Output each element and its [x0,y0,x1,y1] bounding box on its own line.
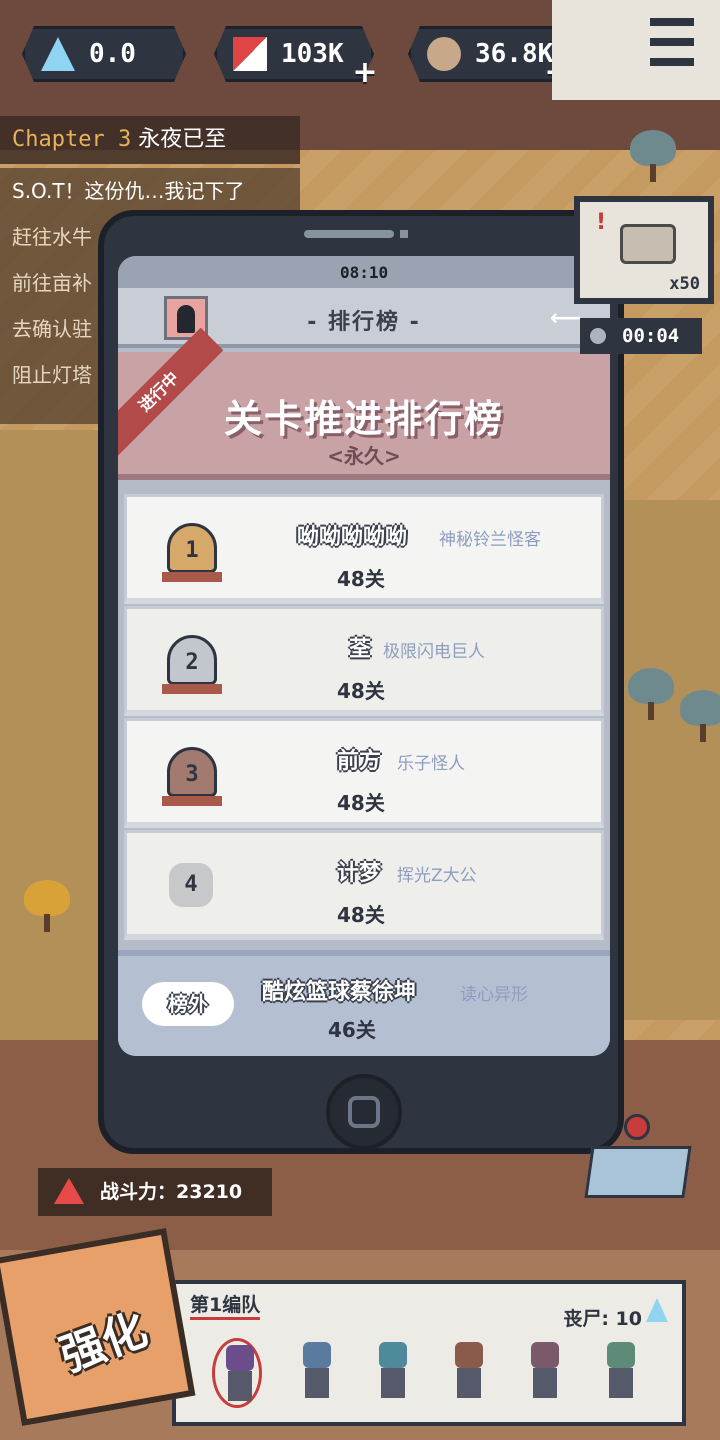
zombie-avatar [531,1342,559,1368]
reward-timer: 00:04 [580,318,702,354]
team-member[interactable] [596,1338,646,1408]
clock-icon [590,328,606,344]
team-member[interactable] [444,1338,494,1408]
map-pin-icon [624,1114,650,1140]
strengthen-button[interactable]: 强化 [0,1228,196,1426]
player-level: 48关 [337,567,385,591]
energy-value: 0.0 [89,39,136,69]
team-member[interactable] [212,1338,262,1408]
player-name: 酷炫篮球蔡徐坤 [262,980,417,1005]
team-member[interactable] [292,1338,342,1408]
player-name: 计梦 [337,861,382,886]
player-name: 荃 [349,637,372,662]
chapter-title: 永夜已至 [138,127,227,152]
status-bar: 08:10 51 [118,256,610,288]
player-level: 48关 [337,903,385,927]
rank-badge: 4 [169,863,213,907]
leaderboard-list: 1 呦呦呦呦呦 神秘铃兰怪客 48关 2 荃 极限闪电巨人 48关 3 前方 乐… [124,494,604,942]
menu-bar-icon [650,18,694,26]
quest-item[interactable]: S.O.T！这份仇…我记下了 [0,168,300,214]
player-title: 神秘铃兰怪客 [439,530,541,550]
reward-chest-widget[interactable]: ! x50 [574,196,714,304]
energy-counter[interactable]: 0.0 [22,26,186,82]
player-name: 呦呦呦呦呦 [297,525,408,550]
zombie-count: 丧尸: 10 [563,1308,642,1330]
gems-value: 103K [281,39,344,69]
zombie-avatar [303,1342,331,1368]
leaderboard-title: 关卡推进排行榜 [223,397,504,441]
grass-patch [610,500,720,1020]
team-member[interactable] [368,1338,418,1408]
leaderboard-screen: 08:10 51 - 排行榜 - ⟵ 进行中 关卡推进排行榜 <永久> 1 呦呦… [118,256,610,1056]
phone-home-button[interactable] [326,1074,402,1150]
map-icon [584,1146,692,1198]
add-gems-button[interactable]: + [350,58,380,88]
bronze-medal-icon: 3 [162,747,222,806]
player-level: 48关 [337,791,385,815]
player-title: 极限闪电巨人 [383,642,485,662]
stone-icon [427,37,461,71]
unranked-badge: 榜外 [142,982,234,1026]
reward-count: x50 [669,274,700,294]
chest-icon [620,224,676,264]
combat-power: 战斗力：23210 [38,1168,272,1216]
timer-value: 00:04 [622,325,680,347]
combat-power-value: 23210 [176,1181,243,1203]
leaderboard-row[interactable]: 1 呦呦呦呦呦 神秘铃兰怪客 48关 [124,494,604,604]
status-time: 08:10 [340,263,389,282]
menu-bar-icon [650,58,694,66]
world-map-button[interactable] [582,1110,694,1200]
phone-speaker [304,230,394,238]
energy-crystal-icon [41,37,75,71]
zombie-avatar [226,1345,254,1371]
zombie-avatar [607,1342,635,1368]
leaderboard-row[interactable]: 3 前方 乐子怪人 48关 [124,718,604,828]
zombie-body [381,1368,405,1398]
player-level: 48关 [337,679,385,703]
zombie-body [457,1368,481,1398]
leaderboard-row[interactable]: 2 荃 极限闪电巨人 48关 [124,606,604,716]
tree-icon [680,690,720,742]
chapter-header[interactable]: Chapter 3 永夜已至 [0,116,300,164]
tree-icon [628,668,674,720]
tree-icon [24,880,70,932]
chapter-number: Chapter 3 [12,127,132,152]
home-square-icon [348,1096,380,1128]
page-title: - 排行榜 - [307,310,421,335]
player-title: 挥光Z大公 [397,866,477,886]
team-member[interactable] [520,1338,570,1408]
warning-icon [54,1178,84,1204]
zombie-body [228,1371,252,1401]
phone-camera [400,230,408,238]
zombie-body [609,1368,633,1398]
zombie-body [533,1368,557,1398]
zombie-avatar [455,1342,483,1368]
silver-medal-icon: 2 [162,635,222,694]
alert-icon: ! [596,210,607,235]
player-title: 读心异形 [460,985,528,1005]
zombie-avatar [379,1342,407,1368]
zombie-body [305,1368,329,1398]
leaderboard-banner: 进行中 关卡推进排行榜 <永久> [118,327,610,480]
leaderboard-subtitle: <永久> [327,444,401,468]
tree-icon [630,130,676,182]
combat-power-label: 战斗力： [100,1181,177,1203]
leaderboard-row[interactable]: 4 计梦 挥光Z大公 48关 [124,830,604,940]
energy-crystal-icon [646,1298,668,1322]
player-level: 46关 [328,1018,376,1042]
menu-button[interactable] [552,0,720,100]
player-name: 前方 [337,749,382,774]
team-panel[interactable]: 第1编队 丧尸: 10 [172,1280,686,1426]
menu-bar-icon [650,38,694,46]
gem-icon [233,37,267,71]
strengthen-label: 强化 [53,1303,154,1383]
phone-device: 08:10 51 - 排行榜 - ⟵ 进行中 关卡推进排行榜 <永久> 1 呦呦… [98,210,624,1154]
team-name: 第1编队 [190,1290,261,1320]
gold-medal-icon: 1 [162,523,222,582]
my-rank-row[interactable]: 榜外 酷炫篮球蔡徐坤 读心异形 46关 [118,950,610,1056]
player-title: 乐子怪人 [397,754,465,774]
